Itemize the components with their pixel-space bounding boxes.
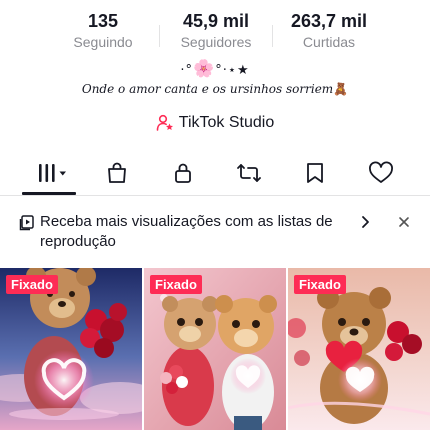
close-icon[interactable] [396, 214, 412, 230]
tab-favorites[interactable] [282, 150, 348, 195]
video-thumbnail[interactable]: Fixado [288, 268, 430, 430]
repost-icon [237, 163, 261, 182]
tab-reposts[interactable] [216, 150, 282, 195]
likes-label: Curtidas [302, 34, 356, 50]
tab-private[interactable] [150, 150, 216, 195]
profile-bio: Onde o amor canta e os ursinhos sorriem🧸 [0, 82, 430, 96]
video-grid: Fixado Fixado Fixado [0, 268, 430, 430]
following-stat[interactable]: 135 Seguindo [48, 10, 158, 51]
pinned-badge: Fixado [150, 275, 202, 294]
bio-decoration: ·°🌸°·⋆★ [0, 59, 430, 79]
lock-icon [175, 163, 191, 183]
tab-shop[interactable] [84, 150, 150, 195]
profile-tabs [0, 150, 430, 196]
deco-right: °·⋆★ [215, 63, 250, 78]
likes-stat[interactable]: 263,7 mil Curtidas [274, 10, 384, 51]
heart-icon [369, 161, 393, 183]
shopping-bag-icon [108, 162, 126, 183]
user-star-icon [156, 114, 173, 131]
tiktok-studio-label: TikTok Studio [178, 114, 275, 131]
tiktok-studio-link[interactable]: TikTok Studio [0, 114, 430, 132]
grid-menu-icon [39, 163, 66, 182]
active-tab-indicator [22, 192, 76, 195]
bio-text: Onde o amor canta e os ursinhos sorriem [81, 82, 334, 96]
followers-label: Seguidores [180, 34, 252, 50]
pinned-badge: Fixado [6, 275, 58, 294]
tab-videos[interactable] [20, 150, 86, 195]
playlist-banner[interactable]: Receba mais visualizações com as listas … [0, 208, 430, 258]
tab-liked[interactable] [348, 150, 414, 195]
teddy-bear-emoji: 🧸 [333, 82, 349, 96]
profile-stats: 135 Seguindo 45,9 mil Seguidores 263,7 m… [0, 10, 430, 54]
likes-count: 263,7 mil [290, 11, 368, 31]
pinned-badge: Fixado [294, 275, 346, 294]
following-label: Seguindo [73, 34, 133, 50]
following-count: 135 [87, 11, 119, 31]
bookmark-icon [307, 162, 323, 183]
playlist-banner-text: Receba mais visualizações com as listas … [40, 213, 333, 250]
followers-count: 45,9 mil [182, 11, 250, 31]
chevron-right-icon[interactable] [358, 213, 372, 231]
followers-stat[interactable]: 45,9 mil Seguidores [161, 10, 271, 51]
stat-divider [159, 25, 160, 47]
playlist-icon [19, 215, 34, 231]
video-thumbnail[interactable]: Fixado [0, 268, 142, 430]
video-thumbnail[interactable]: Fixado [144, 268, 286, 430]
stat-divider [272, 25, 273, 47]
flower-emoji: 🌸 [193, 59, 216, 79]
deco-left: ·° [180, 63, 194, 78]
